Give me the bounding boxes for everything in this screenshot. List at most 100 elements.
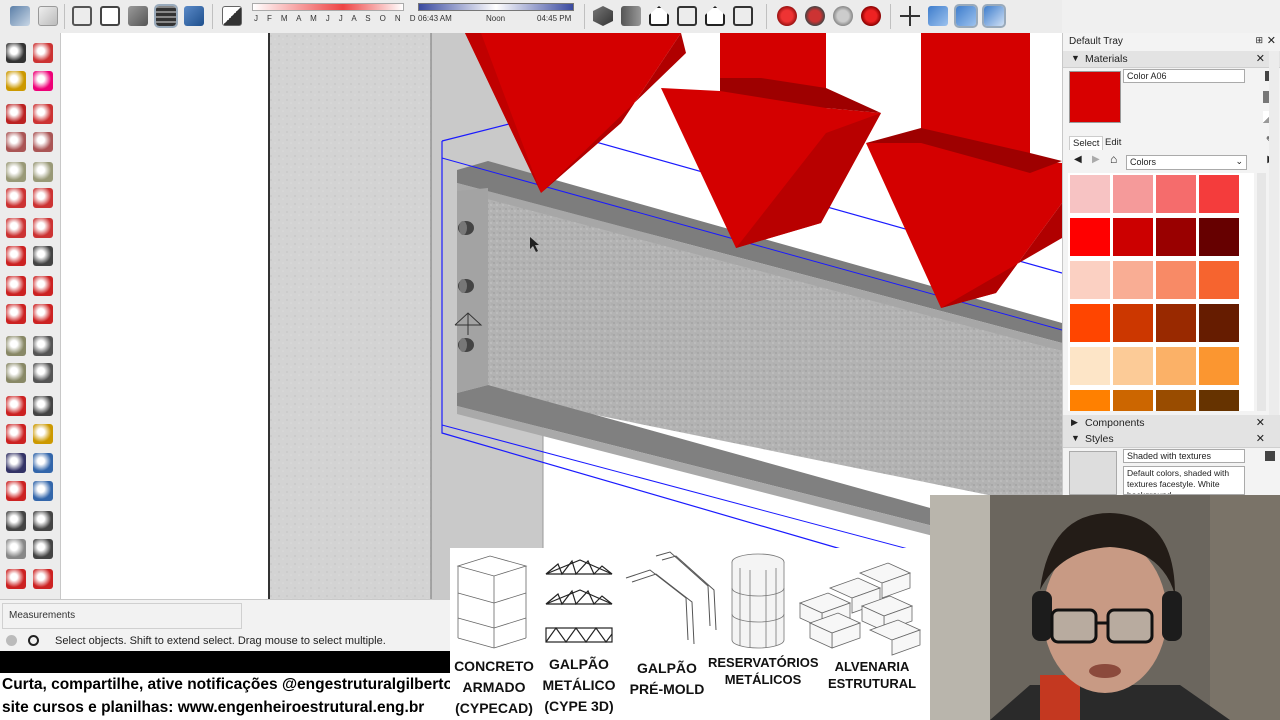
model-scene[interactable]	[61, 33, 1062, 599]
rectangle-icon[interactable]	[6, 132, 26, 152]
arc-icon[interactable]	[6, 188, 26, 208]
orbit-icon[interactable]	[6, 424, 26, 444]
rotate-icon[interactable]	[6, 276, 26, 296]
component-icon[interactable]	[10, 6, 30, 26]
shaded-icon[interactable]	[128, 6, 148, 26]
sandbox-icon[interactable]	[6, 569, 26, 589]
eraser-3d-icon[interactable]	[38, 6, 58, 26]
material-swatch[interactable]	[1156, 218, 1196, 256]
material-swatch[interactable]	[1199, 261, 1239, 299]
swatch-scrollbar[interactable]	[1257, 173, 1266, 411]
pin-icon[interactable]: ⊞	[1255, 35, 1263, 46]
position-camera-icon[interactable]	[6, 511, 26, 531]
text-icon[interactable]	[33, 363, 53, 383]
material-swatch[interactable]	[1199, 304, 1239, 342]
three-point-arc-icon[interactable]	[33, 218, 53, 238]
walk-icon[interactable]	[6, 539, 26, 559]
paint-bucket-icon[interactable]	[6, 71, 26, 91]
update-style-icon[interactable]	[1265, 451, 1275, 461]
follow-me-icon[interactable]	[33, 276, 53, 296]
pencil-icon[interactable]	[6, 104, 26, 124]
circle-icon[interactable]	[6, 162, 26, 182]
load-arrow[interactable]	[661, 33, 881, 248]
iso-view-icon[interactable]	[593, 6, 613, 26]
components-header[interactable]: ▶ Components ✕	[1063, 415, 1280, 432]
material-swatch[interactable]	[1070, 347, 1110, 385]
move-icon[interactable]	[6, 246, 26, 266]
scale-icon[interactable]	[6, 304, 26, 324]
material-swatch[interactable]	[1199, 218, 1239, 256]
material-swatch[interactable]	[1070, 390, 1110, 411]
time-slider-track[interactable]	[418, 3, 574, 11]
freehand-icon[interactable]	[33, 104, 53, 124]
tab-edit[interactable]: Edit	[1105, 137, 1121, 148]
collapse-arrow-icon[interactable]: ▼	[1071, 53, 1080, 63]
styles-header[interactable]: ▼ Styles ✕	[1063, 431, 1280, 448]
look-around-icon[interactable]	[33, 511, 53, 531]
shadow-time-slider[interactable]: 06:43 AM Noon 04:45 PM	[418, 3, 574, 29]
zoom-extents-icon[interactable]	[6, 481, 26, 501]
back-arrow-icon[interactable]: ◀	[1074, 154, 1082, 165]
axes-icon[interactable]	[6, 396, 26, 416]
shaded-textures-icon[interactable]	[154, 4, 178, 28]
back-view-icon[interactable]	[705, 6, 725, 26]
library-select[interactable]: Colors ⌄	[1126, 155, 1247, 170]
warehouse-icon[interactable]	[33, 569, 53, 589]
ruby-icon[interactable]	[861, 6, 881, 26]
materials-header[interactable]: ▼ Materials ✕	[1063, 51, 1280, 68]
tray-scrollbar[interactable]	[1269, 51, 1279, 415]
drawing-viewport[interactable]	[61, 33, 1062, 599]
section-fill-icon[interactable]	[954, 4, 978, 28]
expand-arrow-icon[interactable]: ▶	[1071, 417, 1078, 428]
material-swatch[interactable]	[1199, 390, 1239, 411]
zoom-icon[interactable]	[6, 453, 26, 473]
extension-icon[interactable]	[833, 6, 853, 26]
material-swatch[interactable]	[1113, 218, 1153, 256]
material-swatch[interactable]	[1199, 347, 1239, 385]
info-icon[interactable]	[28, 635, 39, 646]
geo-location-icon[interactable]	[6, 635, 17, 646]
material-swatch[interactable]	[1156, 261, 1196, 299]
dimension-icon[interactable]	[33, 336, 53, 356]
make-component-icon[interactable]	[33, 43, 53, 63]
material-swatch[interactable]	[1113, 390, 1153, 411]
close-icon[interactable]: ✕	[1256, 52, 1265, 65]
pie-icon[interactable]	[33, 188, 53, 208]
select-icon[interactable]	[6, 43, 26, 63]
collapse-arrow-icon[interactable]: ▼	[1071, 433, 1080, 443]
material-swatch[interactable]	[1113, 347, 1153, 385]
measurements-field[interactable]: Measurements	[2, 603, 242, 629]
material-swatch[interactable]	[1156, 175, 1196, 213]
material-swatch[interactable]	[1113, 175, 1153, 213]
bolt[interactable]	[458, 279, 474, 293]
monochrome-icon[interactable]	[184, 6, 204, 26]
material-swatch[interactable]	[1113, 304, 1153, 342]
rotated-rectangle-icon[interactable]	[33, 132, 53, 152]
material-preview[interactable]	[1069, 71, 1121, 123]
warehouse-icon[interactable]	[777, 6, 797, 26]
style-name-field[interactable]: Shaded with textures	[1123, 449, 1245, 463]
forward-arrow-icon[interactable]: ▶	[1092, 154, 1100, 165]
section-plane-icon[interactable]	[33, 539, 53, 559]
protractor-icon[interactable]	[6, 363, 26, 383]
shadows-toggle-icon[interactable]	[222, 6, 242, 26]
close-icon[interactable]: ✕	[1256, 432, 1265, 445]
material-swatch[interactable]	[1156, 390, 1196, 411]
pan-icon[interactable]	[33, 424, 53, 444]
material-swatch[interactable]	[1113, 261, 1153, 299]
axes-icon[interactable]	[900, 6, 920, 26]
previous-view-icon[interactable]	[33, 481, 53, 501]
hidden-line-icon[interactable]	[100, 6, 120, 26]
close-icon[interactable]: ✕	[1256, 416, 1265, 429]
section-plane-icon[interactable]	[928, 6, 948, 26]
front-view-icon[interactable]	[649, 6, 669, 26]
polygon-icon[interactable]	[33, 162, 53, 182]
bolt[interactable]	[458, 338, 474, 352]
load-arrow[interactable]	[866, 33, 1062, 308]
material-swatch[interactable]	[1070, 261, 1110, 299]
date-slider-track[interactable]	[252, 3, 404, 11]
top-view-icon[interactable]	[621, 6, 641, 26]
push-pull-icon[interactable]	[33, 246, 53, 266]
home-icon[interactable]: ⌂	[1110, 152, 1117, 166]
zoom-window-icon[interactable]	[33, 453, 53, 473]
